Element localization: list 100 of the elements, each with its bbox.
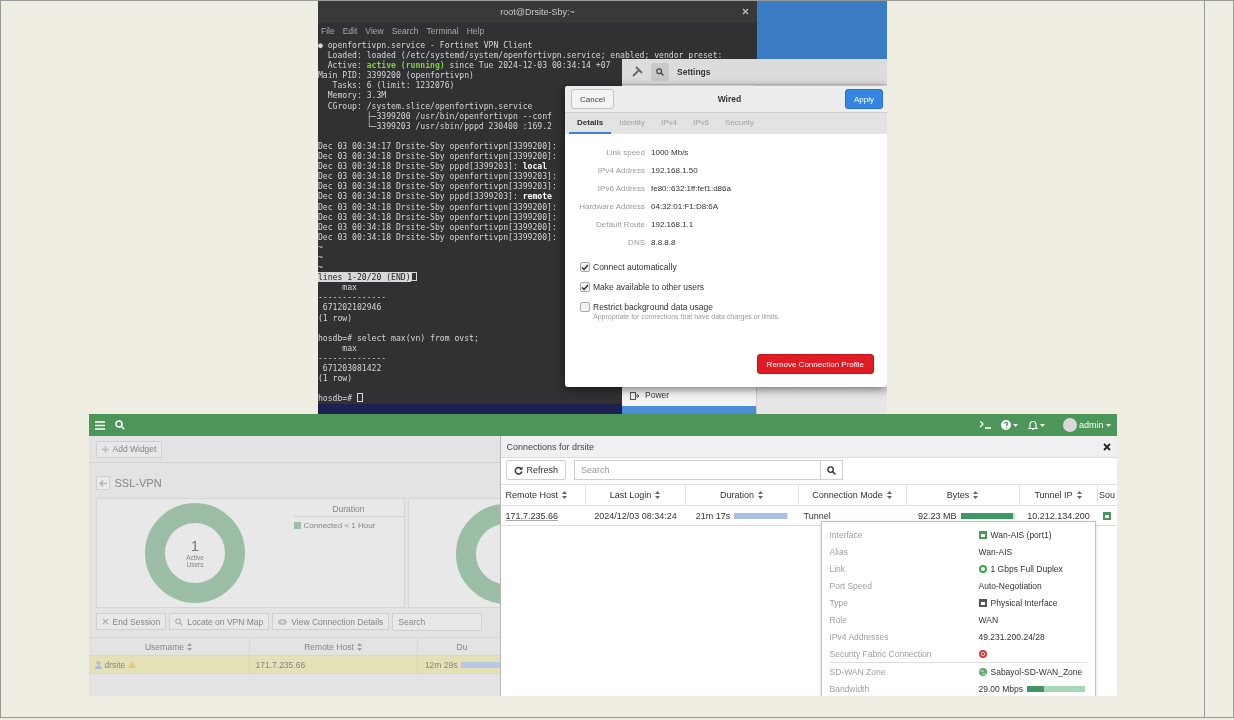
terminal-line: Dec 03 00:34:18 Drsite-Sby openfortivpn[3399203]: xyxy=(318,171,557,182)
legend-label: Connected < 1 Hour xyxy=(303,521,376,530)
menu-item[interactable]: Terminal xyxy=(426,26,459,36)
host-link[interactable]: 171.7.235.66 xyxy=(505,510,559,521)
detail-value: 1 Gbps Full Duplex xyxy=(990,563,1063,574)
refresh-icon xyxy=(513,465,523,475)
terminal-line: Dec 03 00:34:18 Drsite-Sby pppd[3399203]: remote xyxy=(318,191,552,202)
user-name[interactable]: admin xyxy=(1079,420,1104,430)
table-cell: 171.7.235.66 xyxy=(255,659,306,670)
terminal-line: Main PID: 3399200 (openfortivpn) xyxy=(318,70,474,81)
column-header[interactable]: Remote Host xyxy=(249,638,418,655)
help-icon[interactable] xyxy=(1001,420,1011,430)
checkbox[interactable] xyxy=(580,282,590,292)
close-icon[interactable] xyxy=(742,8,749,15)
field-value: 04:32:01:F1:D8:6A xyxy=(651,201,719,213)
terminal-line: Active: active (running) since Tue 2024-12-03 00:34:14 +07 xyxy=(326,60,611,71)
terminal-line: Loaded: loaded (/etc/systemd/system/openfortivpn.service; enabled; vendor preset: xyxy=(326,50,723,61)
field-label: DNS xyxy=(627,237,645,249)
terminal-icon[interactable] xyxy=(980,421,991,429)
checkbox[interactable] xyxy=(580,302,590,312)
add-widget-button[interactable]: Add Widget xyxy=(95,440,163,458)
table-cell: 10.212.134.200 xyxy=(1027,510,1090,521)
legend-swatch xyxy=(293,522,301,529)
toolbar-button[interactable]: View Connection Details xyxy=(272,613,390,630)
terminal-line: -------------- xyxy=(318,352,387,363)
field-value: 1000 Mb/s xyxy=(651,147,689,159)
detail-label: Role xyxy=(829,614,847,625)
menu-icon[interactable] xyxy=(94,420,105,430)
terminal-line: 671203081422 xyxy=(321,363,382,373)
detail-label: Bandwidth xyxy=(829,683,870,694)
terminal-line: (1 row) xyxy=(318,312,353,323)
search-icon xyxy=(827,465,836,475)
column-header[interactable]: Tunnel IP xyxy=(1019,485,1098,505)
terminal-line: hosdb=# xyxy=(318,393,353,404)
close-icon[interactable] xyxy=(1102,442,1111,451)
checkbox[interactable] xyxy=(580,262,590,272)
tab[interactable]: Details xyxy=(569,113,612,134)
menu-item[interactable]: View xyxy=(365,26,384,36)
terminal-line: Dec 03 00:34:18 Drsite-Sby openfortivpn[3399203]: xyxy=(318,181,557,192)
field-label: Default Route xyxy=(595,219,645,231)
caret-icon xyxy=(1013,423,1018,427)
search-button[interactable] xyxy=(651,62,669,81)
menu-item[interactable]: Help xyxy=(466,26,485,36)
terminal-line: Dec 03 00:34:18 Drsite-Sby pppd[3399203]: local xyxy=(318,161,548,172)
port-icon xyxy=(978,530,987,539)
terminal-line: max xyxy=(341,342,357,353)
terminal-line: 671202102946 xyxy=(321,302,382,313)
text-cursor xyxy=(410,272,417,282)
remove-button[interactable]: Remove Connection Profile xyxy=(756,354,874,374)
search-field[interactable]: Search xyxy=(574,460,821,480)
column-header[interactable]: Connection Mode xyxy=(798,485,907,505)
terminal-line: Tasks: 6 (limit: 1232076) xyxy=(331,80,455,91)
column-header[interactable]: Username xyxy=(88,638,250,655)
globe-icon xyxy=(978,667,987,676)
refresh-button[interactable]: Refresh xyxy=(505,460,566,480)
column-header[interactable]: Last Login xyxy=(585,485,686,505)
detail-value: WAN xyxy=(978,614,998,625)
toolbar-button[interactable]: Locate on VPN Map xyxy=(169,613,270,630)
duration-bar xyxy=(460,661,500,668)
checkbox-label: Restrict background data usage xyxy=(593,302,715,312)
field-label: IPv4 Address xyxy=(596,165,645,177)
column-header[interactable]: Duration xyxy=(685,485,799,505)
menu-item[interactable]: Edit xyxy=(342,26,358,36)
menu-item[interactable]: File xyxy=(321,26,335,36)
bell-icon[interactable] xyxy=(1028,420,1038,430)
warning-icon xyxy=(128,661,137,668)
dialog-title: Wired xyxy=(716,94,743,104)
tools-icon[interactable] xyxy=(632,66,643,77)
column-header[interactable]: Bytes xyxy=(906,485,1020,505)
table-cell: 2024/12/03 08:34:24 xyxy=(594,510,677,521)
search-field[interactable]: Search xyxy=(392,613,483,631)
field-value: fe80::632:1ff:fef1:d86a xyxy=(651,183,731,195)
sidebar-item[interactable]: Power xyxy=(622,384,756,406)
terminal-line: ~ xyxy=(318,262,323,273)
table-cell: Tunnel xyxy=(803,510,831,521)
detail-label: Type xyxy=(829,597,848,608)
terminal-line: (1 row) xyxy=(318,373,353,384)
menu-item[interactable]: Search xyxy=(391,26,419,36)
terminal-line: max xyxy=(341,282,357,293)
user-icon xyxy=(94,660,102,669)
apply-button[interactable]: Apply xyxy=(845,89,883,109)
column-header[interactable]: Sou xyxy=(1097,485,1117,505)
caret-icon xyxy=(1105,423,1111,427)
search-icon xyxy=(175,617,184,626)
terminal-line: Dec 03 00:34:18 Drsite-Sby openfortivpn[3399200]: xyxy=(318,211,557,222)
checkbox-label: Connect automatically xyxy=(593,262,677,272)
toolbar-button[interactable]: End Session xyxy=(95,613,167,630)
cancel-button[interactable]: Cancel xyxy=(571,89,614,109)
arrow-left-icon xyxy=(98,479,107,487)
column-header[interactable]: Remote Host xyxy=(500,485,586,505)
detail-label: SD-WAN Zone xyxy=(829,666,886,677)
detail-value: Wan-AIS xyxy=(978,546,1013,557)
window-title: Settings xyxy=(677,66,711,77)
field-value: 192.168.1.50 xyxy=(651,165,698,177)
detail-value: 29.00 Mbps xyxy=(978,683,1023,694)
eye-icon xyxy=(278,618,288,625)
search-button[interactable] xyxy=(821,460,843,480)
search-icon xyxy=(114,420,125,430)
device-icon xyxy=(978,598,987,607)
check-icon xyxy=(581,283,589,291)
